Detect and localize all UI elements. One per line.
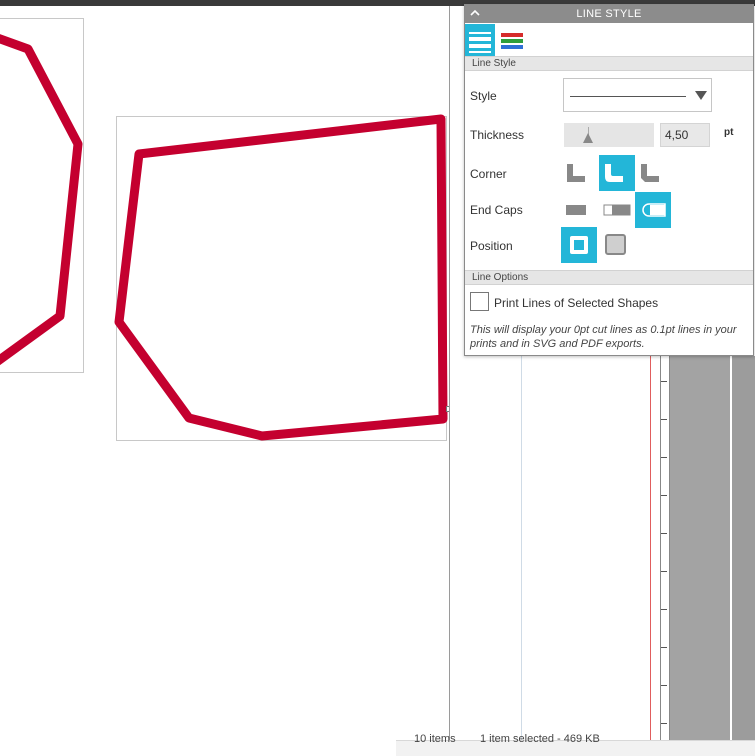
ruler-tick xyxy=(661,533,667,534)
endcap-square-button[interactable] xyxy=(599,192,635,228)
line-preview xyxy=(570,96,686,97)
polygon-shape-left[interactable] xyxy=(0,34,83,366)
section-header-line-style: Line Style xyxy=(465,56,753,71)
ruler-tick xyxy=(661,381,667,382)
section-header-line-options: Line Options xyxy=(465,270,753,285)
print-lines-note: This will display your 0pt cut lines as … xyxy=(470,324,737,350)
endcap-round-icon xyxy=(642,203,666,217)
endcap-square-icon xyxy=(603,204,631,216)
line-style-icon xyxy=(469,32,491,53)
mat-area xyxy=(670,356,730,740)
vertical-ruler xyxy=(660,356,670,740)
position-label: Position xyxy=(470,239,513,253)
status-items-count: 10 items xyxy=(414,733,456,745)
corner-rounded-icon xyxy=(605,164,623,182)
endcap-butt-icon xyxy=(566,205,586,215)
corner-sharp-icon xyxy=(567,164,585,182)
line-style-dropdown[interactable] xyxy=(563,78,712,112)
design-canvas[interactable] xyxy=(0,6,452,755)
panel-tabs xyxy=(465,24,753,58)
section-title: Line Style xyxy=(472,58,516,69)
thickness-input[interactable]: 4,50 xyxy=(660,123,710,147)
tab-line-style[interactable] xyxy=(465,24,495,58)
status-selection-info: 1 item selected - 469 KB xyxy=(480,733,600,745)
guide-line xyxy=(521,356,522,740)
ruler-tick xyxy=(661,419,667,420)
ruler-tick xyxy=(661,571,667,572)
print-lines-label: Print Lines of Selected Shapes xyxy=(494,296,659,310)
thickness-slider[interactable] xyxy=(564,123,654,147)
position-inside-button[interactable] xyxy=(599,227,635,263)
slider-thumb[interactable] xyxy=(583,133,593,143)
position-center-button[interactable] xyxy=(561,227,597,263)
corner-bevel-button[interactable] xyxy=(635,155,671,191)
endcap-round-button[interactable] xyxy=(635,192,671,228)
cut-border-line xyxy=(650,356,651,740)
corner-sharp-button[interactable] xyxy=(561,155,597,191)
position-inside-icon xyxy=(605,234,626,255)
position-center-icon xyxy=(570,236,588,254)
ruler-tick xyxy=(661,457,667,458)
line-style-panel: LINE STYLE Line Style Style Thickness 4,… xyxy=(464,4,754,356)
corner-label: Corner xyxy=(470,167,507,181)
print-lines-checkbox[interactable] xyxy=(470,292,489,311)
polygon-shape-selected[interactable] xyxy=(114,114,448,441)
corner-bevel-icon xyxy=(641,164,659,182)
thickness-label: Thickness xyxy=(470,128,525,142)
ruler-tick xyxy=(661,609,667,610)
dropdown-arrow-icon xyxy=(695,91,707,100)
thickness-unit: pt xyxy=(724,127,734,138)
ruler-tick xyxy=(661,723,667,724)
corner-rounded-button[interactable] xyxy=(599,155,635,191)
endcap-butt-button[interactable] xyxy=(561,192,597,228)
tab-line-color[interactable] xyxy=(497,24,527,58)
ruler-tick xyxy=(661,685,667,686)
ruler-tick xyxy=(661,495,667,496)
panel-title: LINE STYLE xyxy=(576,8,642,20)
mat-edge xyxy=(732,356,755,740)
shapes-layer xyxy=(0,34,448,441)
style-label: Style xyxy=(470,89,497,103)
section-title: Line Options xyxy=(472,272,529,283)
ruler-tick xyxy=(661,647,667,648)
line-color-icon xyxy=(501,33,523,49)
panel-header: LINE STYLE xyxy=(465,5,753,23)
status-bar: 10 items 1 item selected - 469 KB xyxy=(396,733,755,756)
endcaps-label: End Caps xyxy=(470,203,523,217)
